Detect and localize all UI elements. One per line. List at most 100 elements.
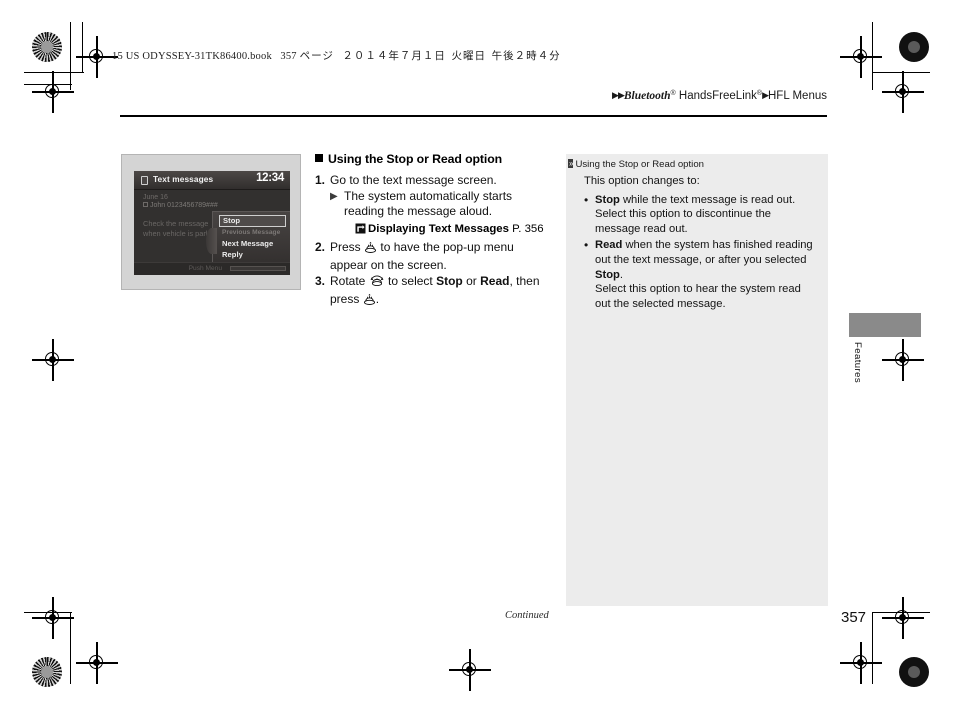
screen-footer-label: Push Menu: [188, 265, 223, 272]
step-3-option-read: Read: [480, 274, 510, 289]
rotate-knob-icon: [369, 275, 385, 292]
side-note-panel: » Using the Stop or Read option This opti…: [566, 154, 828, 606]
step-3-text-a: Rotate: [330, 274, 366, 289]
message-status-icon: [143, 202, 148, 207]
envelope-icon: [141, 175, 148, 185]
print-header-line: 15 US ODYSSEY-31TK86400.book 357 ページ ２０１…: [112, 48, 561, 63]
press-knob-icon: [364, 241, 377, 258]
book-reference-icon: [355, 223, 368, 237]
crop-mark-tl-v2: [82, 22, 84, 72]
message-date: June 16: [143, 194, 168, 201]
breadcrumb-item-handsfreelink: HandsFreeLink: [678, 90, 757, 102]
clock-display: 12:34: [256, 172, 284, 184]
step-3-text: Rotate to select Stop or Read, then pres…: [330, 274, 553, 310]
breadcrumb-item-bluetooth: Bluetooth: [623, 90, 671, 102]
step-3-option-stop: Stop: [436, 274, 463, 289]
section-tab-label: Features: [852, 342, 863, 384]
screen-body: June 16 John 0123456789### Check the mes…: [134, 189, 290, 275]
step-1-substep-text: The system automatically starts reading …: [344, 189, 553, 219]
step-1-text: Go to the text message screen.: [330, 173, 497, 187]
breadcrumb-sup-1: ®: [670, 90, 676, 97]
side-note-bullet-read: • Read when the system has finished read…: [584, 238, 816, 311]
section-square-bullet-icon: [315, 154, 323, 162]
side-note-bullet-stop-label: Stop: [595, 193, 620, 206]
registration-disc-top-right: [899, 32, 929, 62]
step-2: 2. Press to have the pop-up menu appear …: [315, 240, 553, 273]
message-sender: John 0123456789###: [150, 202, 218, 209]
popup-item-previous-message[interactable]: Previous Message: [219, 227, 286, 238]
bullet-dot-icon-1: •: [584, 192, 589, 207]
side-note-bullet-read-label: Read: [595, 239, 623, 252]
crop-mark-tl-v: [70, 22, 72, 90]
side-note-title-text: Using the Stop or Read option: [575, 159, 704, 170]
step-2-number: 2.: [315, 239, 326, 254]
side-note-title: » Using the Stop or Read option: [568, 159, 704, 170]
registration-mark-bottom-center: [449, 649, 491, 691]
page-number: 357: [841, 609, 867, 626]
cross-reference-text: Displaying Text Messages P. 356: [368, 221, 544, 237]
side-note-bullet-read-text: Read when the system has finished readin…: [595, 238, 816, 311]
nav-screen: Text messages 12:34 June 16 John 0123456…: [134, 171, 290, 275]
crop-mark-bl-h: [24, 612, 72, 614]
print-header-date: ２０１４年７月１日: [342, 50, 446, 62]
step-2-text: Press to have the pop-up menu appear on …: [330, 240, 553, 273]
registration-mark-top-left-lower: [32, 71, 74, 113]
registration-mark-top-left: [76, 36, 118, 78]
step-3-text-c: or: [466, 274, 477, 289]
side-note-bullet-read-rest-a: when the system has finished reading out…: [595, 239, 813, 266]
main-content-column: Using the Stop or Read option 1. Go to t…: [315, 152, 553, 311]
registration-mark-bottom-left: [32, 597, 74, 639]
registration-mark-bottom-right: [882, 597, 924, 639]
screen-title-bar: Text messages 12:34: [134, 171, 290, 190]
step-2-text-a: Press: [330, 239, 361, 254]
step-3-text-e: press: [330, 292, 360, 307]
screen-footer-bar: Push Menu: [134, 262, 290, 275]
side-note-bullet-stop-rest: while the text message is read out. Sele…: [595, 193, 796, 235]
step-3-text-f: .: [375, 292, 380, 307]
side-note-body: This option changes to: • Stop while the…: [584, 174, 816, 313]
side-note-bullet-stop: • Stop while the text message is read ou…: [584, 193, 816, 237]
side-note-lead: This option changes to:: [584, 175, 700, 187]
registration-mark-bottom-left-lower: [76, 642, 118, 684]
message-sender-row: John 0123456789###: [143, 202, 218, 209]
double-chevron-icon: »: [568, 159, 574, 168]
screen-parked-notice-line1: Check the message: [143, 219, 209, 228]
registration-disc-bottom-right: [899, 657, 929, 687]
side-note-bullet-read-line3: Select this option to hear the system re…: [595, 283, 801, 310]
cross-reference[interactable]: Displaying Text Messages P. 356: [355, 221, 553, 237]
crop-mark-br-h: [872, 612, 930, 614]
registration-disc-top-left: [32, 32, 62, 62]
continued-label: Continued: [505, 610, 549, 621]
step-2-text-c: on the screen.: [370, 257, 447, 272]
step-3-text-b: to select: [388, 274, 433, 289]
section-tab-marker: [849, 313, 921, 337]
print-header-time: 午後２時４分: [491, 50, 561, 62]
step-1-substep-line2: the message aloud.: [387, 204, 493, 219]
popup-item-reply[interactable]: Reply: [219, 249, 286, 260]
crop-mark-br-v: [872, 612, 874, 684]
breadcrumb-arrow-1: ▶▶: [612, 90, 625, 100]
step-3-text-d: , then: [509, 274, 540, 289]
step-3: 3. Rotate to select Stop or Read, then p…: [315, 274, 553, 310]
crop-mark-bl-v: [70, 612, 72, 684]
side-note-bullet-read-stop: Stop: [595, 268, 620, 281]
crop-mark-tr-v: [872, 22, 874, 90]
popup-item-next-message[interactable]: Next Message: [219, 238, 286, 249]
registration-mark-top-right-lower: [882, 71, 924, 113]
crop-mark-tl-h: [24, 72, 84, 74]
page-title-text: Using the Stop or Read option: [328, 152, 503, 166]
triangle-bullet-icon: ▶: [330, 191, 338, 203]
step-3-number: 3.: [315, 274, 326, 289]
step-1: 1. Go to the text message screen.: [315, 173, 553, 188]
registration-mark-right-middle: [882, 339, 924, 381]
screen-title: Text messages: [153, 174, 214, 184]
popup-item-stop[interactable]: Stop: [219, 215, 286, 227]
scrollbar-indicator[interactable]: [230, 265, 286, 271]
side-note-bullet-stop-text: Stop while the text message is read out.…: [595, 193, 816, 237]
crop-mark-tr-h: [872, 72, 930, 74]
cross-reference-page: P. 356: [512, 222, 544, 235]
side-note-bullet-read-period: .: [619, 268, 623, 281]
header-rule: [120, 115, 827, 117]
print-header-book: 15 US ODYSSEY-31TK86400.book: [112, 51, 272, 62]
crop-mark-tl-h2: [24, 84, 72, 86]
